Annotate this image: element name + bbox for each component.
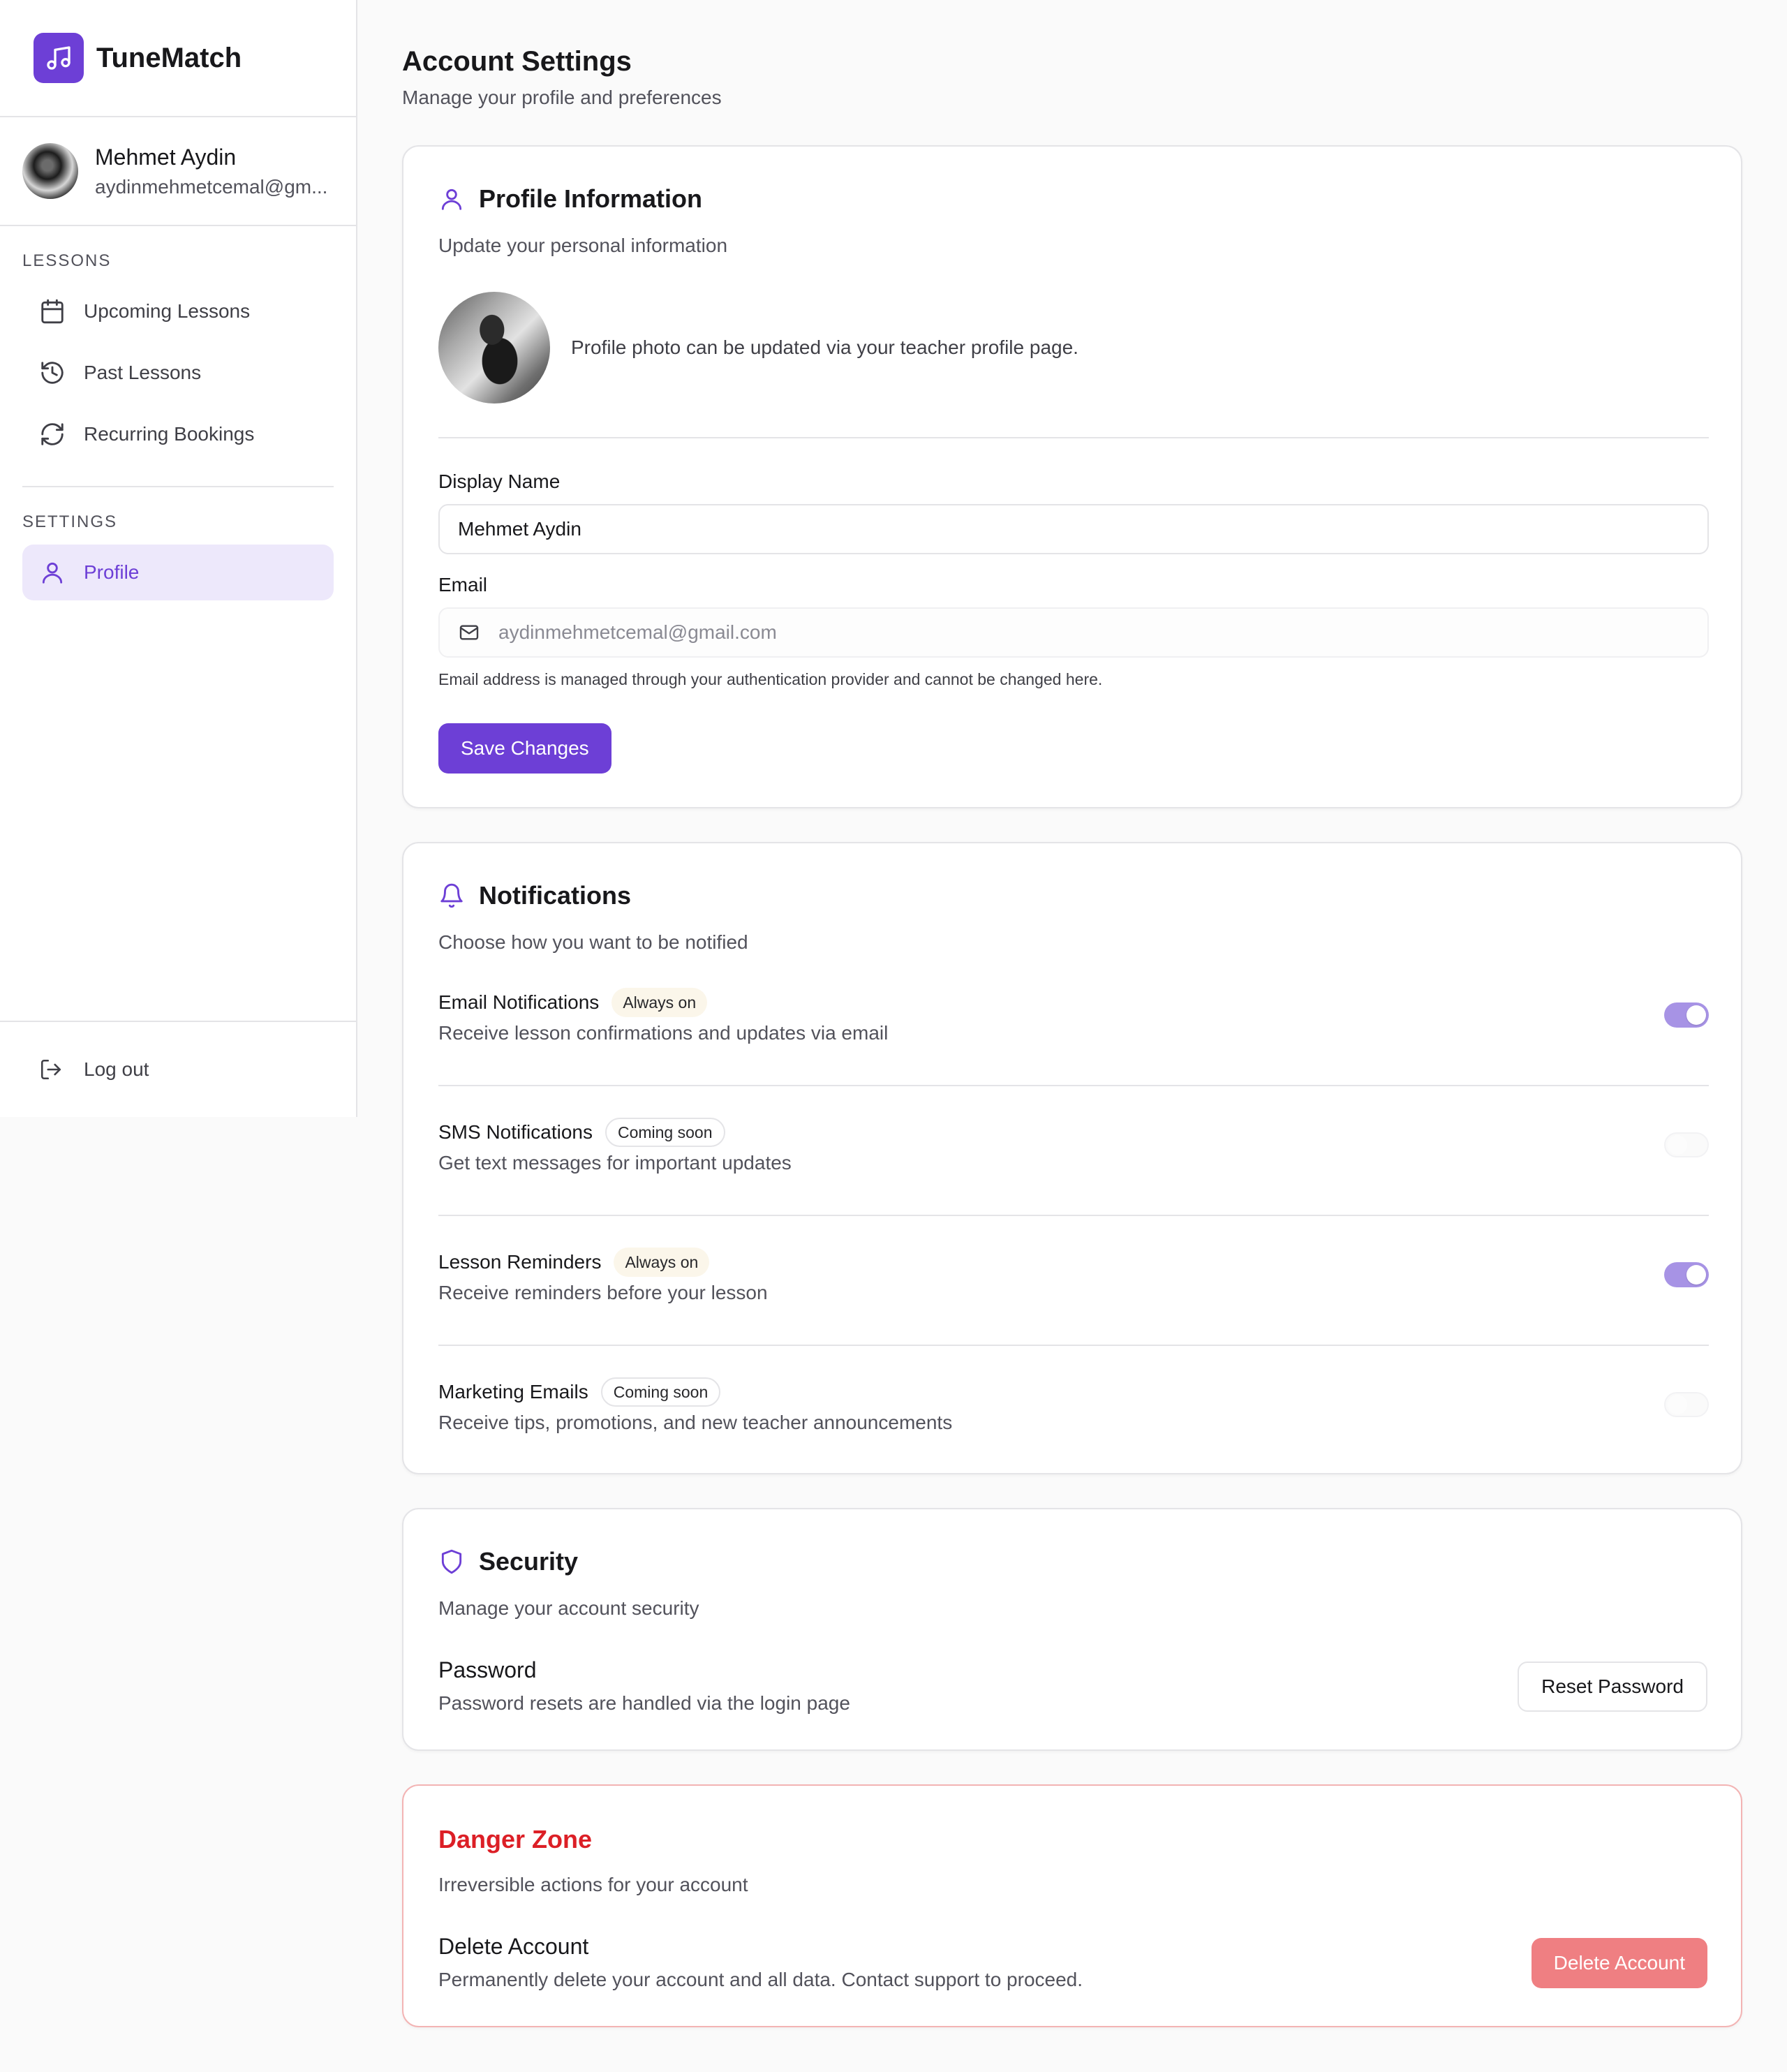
user-icon <box>42 562 63 584</box>
bell-icon <box>440 883 463 908</box>
email-field: aydinmehmetcemal@gmail.com <box>438 607 1709 658</box>
notification-desc: Receive lesson confirmations and updates… <box>438 1022 889 1044</box>
sidebar-item-label: Recurring Bookings <box>84 423 255 445</box>
notifications-card: Notifications Choose how you want to be … <box>402 842 1742 1474</box>
divider <box>438 1345 1709 1346</box>
card-title: Danger Zone <box>438 1825 593 1853</box>
sidebar-item-label: Profile <box>84 561 140 583</box>
delete-account-desc: Permanently delete your account and all … <box>438 1969 1083 1990</box>
user-email: aydinmehmetcemal@gm... <box>95 175 328 198</box>
logout-button[interactable]: Log out <box>0 1042 357 1097</box>
history-icon <box>41 362 64 384</box>
notification-title: Email Notifications <box>438 991 600 1013</box>
nav-section-lessons: LESSONS <box>22 251 112 270</box>
save-button[interactable]: Save Changes <box>438 723 611 774</box>
notification-title: Lesson Reminders <box>438 1251 602 1273</box>
notification-desc: Receive reminders before your lesson <box>438 1282 768 1303</box>
notification-desc: Receive tips, promotions, and new teache… <box>438 1412 953 1433</box>
email-value: aydinmehmetcemal@gmail.com <box>498 621 777 643</box>
danger-zone-card: Danger Zone Irreversible actions for you… <box>402 1784 1742 2027</box>
notification-row-marketing: Marketing Emails Coming soon Receive tip… <box>438 1377 1709 1446</box>
sidebar: TuneMatch Mehmet Aydin aydinmehmetcemal@… <box>0 0 357 1117</box>
email-help: Email address is managed through your au… <box>438 670 1103 688</box>
display-name-value: Mehmet Aydin <box>458 518 581 540</box>
sidebar-item-recurring-bookings[interactable]: Recurring Bookings <box>22 406 334 462</box>
status-badge: Always on <box>614 1248 710 1277</box>
email-notifications-toggle[interactable] <box>1664 1002 1709 1028</box>
brand-name: TuneMatch <box>96 42 242 73</box>
status-badge: Always on <box>611 988 708 1017</box>
music-note-icon <box>34 33 84 83</box>
display-name-input[interactable]: Mehmet Aydin <box>438 504 1709 554</box>
user-block: Mehmet Aydin aydinmehmetcemal@gm... <box>0 117 356 226</box>
marketing-emails-toggle[interactable] <box>1664 1392 1709 1417</box>
password-desc: Password resets are handled via the logi… <box>438 1692 850 1714</box>
avatar <box>22 143 78 199</box>
divider <box>438 437 1709 438</box>
logout-area: Log out <box>0 1021 357 1117</box>
password-title: Password <box>438 1657 537 1682</box>
display-name-label: Display Name <box>438 471 561 492</box>
sidebar-item-upcoming-lessons[interactable]: Upcoming Lessons <box>22 283 334 339</box>
sidebar-item-label: Past Lessons <box>84 362 202 383</box>
nav-divider <box>22 486 334 487</box>
profile-photo <box>438 292 550 404</box>
lesson-reminders-toggle[interactable] <box>1664 1262 1709 1287</box>
page-title: Account Settings <box>402 46 632 77</box>
card-subtitle: Irreversible actions for your account <box>438 1874 748 1895</box>
photo-note: Profile photo can be updated via your te… <box>571 336 1078 358</box>
sidebar-item-past-lessons[interactable]: Past Lessons <box>22 345 334 401</box>
mail-icon <box>459 625 479 640</box>
logout-icon <box>40 1059 61 1080</box>
card-subtitle: Update your personal information <box>438 235 728 256</box>
shield-icon <box>441 1549 462 1574</box>
card-subtitle: Manage your account security <box>438 1597 699 1619</box>
notification-row-reminders: Lesson Reminders Always on Receive remin… <box>438 1247 1709 1317</box>
status-badge: Coming soon <box>600 1377 721 1407</box>
card-subtitle: Choose how you want to be notified <box>438 931 748 953</box>
page-subtitle: Manage your profile and preferences <box>402 87 722 108</box>
sms-notifications-toggle[interactable] <box>1664 1132 1709 1157</box>
email-label: Email <box>438 574 488 595</box>
sidebar-item-label: Upcoming Lessons <box>84 300 251 322</box>
sidebar-item-profile[interactable]: Profile <box>22 545 334 600</box>
delete-account-button[interactable]: Delete Account <box>1531 1938 1707 1988</box>
notification-row-email: Email Notifications Always on Receive le… <box>438 987 1709 1057</box>
nav-section-settings: SETTINGS <box>22 512 118 531</box>
card-title: Notifications <box>479 881 632 910</box>
profile-card: Profile Information Update your personal… <box>402 145 1742 808</box>
delete-account-title: Delete Account <box>438 1934 589 1959</box>
card-title: Security <box>479 1547 579 1576</box>
divider <box>438 1215 1709 1216</box>
reset-password-button[interactable]: Reset Password <box>1518 1662 1707 1712</box>
notification-row-sms: SMS Notifications Coming soon Get text m… <box>438 1117 1709 1187</box>
brand[interactable]: TuneMatch <box>0 0 356 117</box>
logout-label: Log out <box>84 1058 149 1080</box>
user-name: Mehmet Aydin <box>95 144 237 170</box>
card-title: Profile Information <box>479 184 703 213</box>
calendar-icon <box>41 299 64 324</box>
security-card: Security Manage your account security Pa… <box>402 1508 1742 1751</box>
status-badge: Coming soon <box>605 1118 725 1147</box>
notification-title: Marketing Emails <box>438 1381 588 1403</box>
notification-desc: Get text messages for important updates <box>438 1152 792 1174</box>
user-icon <box>441 188 462 210</box>
refresh-icon <box>41 423 64 445</box>
notification-title: SMS Notifications <box>438 1121 593 1143</box>
divider <box>438 1085 1709 1086</box>
